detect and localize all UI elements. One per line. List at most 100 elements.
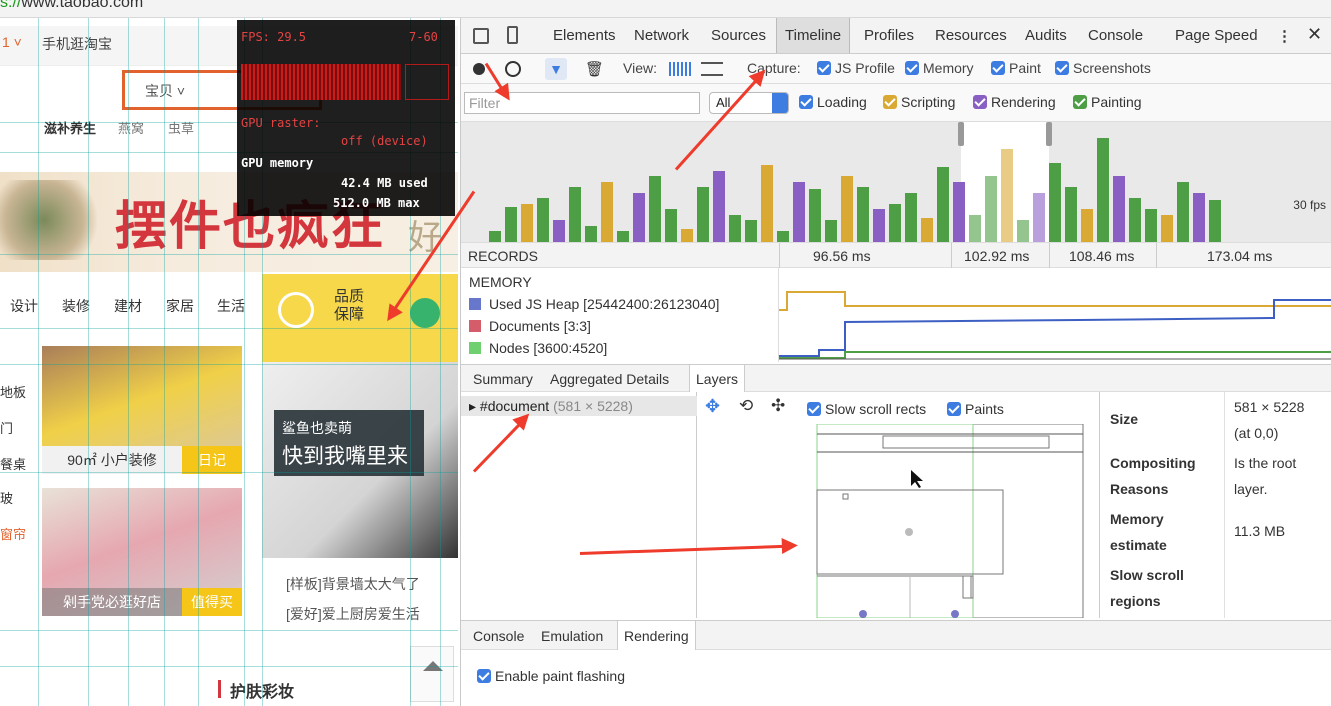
overview-frame-bar	[745, 220, 757, 242]
tab-console[interactable]: Console	[1088, 27, 1143, 44]
tab-summary[interactable]: Summary	[473, 371, 533, 387]
capture-screenshots[interactable]: Screenshots	[1055, 60, 1151, 76]
category-link[interactable]: 家居	[166, 296, 194, 316]
browser-address-bar[interactable]: s://www.taobao.com	[0, 0, 1331, 18]
capture-memory[interactable]: Memory	[905, 60, 974, 76]
nav-mobile-link[interactable]: 手机逛淘宝	[42, 34, 112, 54]
capture-js-profile[interactable]: JS Profile	[817, 60, 895, 76]
side-category[interactable]: 地板	[0, 382, 26, 401]
go-icon[interactable]	[410, 298, 440, 328]
overview-frame-bar	[1177, 181, 1189, 242]
rotate-mode-icon[interactable]: ⟲	[739, 396, 753, 416]
filter-icon[interactable]: ▼	[545, 58, 567, 80]
drawer-tab-rendering[interactable]: Rendering	[617, 621, 696, 651]
layer-tree-item[interactable]: ▸ #document (581 × 5228)	[461, 396, 697, 416]
overview-frame-bar	[1161, 214, 1173, 242]
category-link[interactable]: 设计	[10, 296, 38, 316]
subnav-3[interactable]: 虫草	[168, 118, 194, 137]
category-loading[interactable]: Loading	[799, 94, 867, 110]
tab-audits[interactable]: Audits	[1025, 27, 1067, 44]
capture-paint[interactable]: Paint	[991, 60, 1041, 76]
overview-frame-bar	[681, 228, 693, 242]
side-category[interactable]: 餐桌	[0, 454, 26, 473]
card-label: 90㎡ 小户装修	[42, 446, 182, 474]
card-shopping[interactable]: 剁手党必逛好店 值得买	[42, 488, 242, 616]
tab-elements[interactable]: Elements	[553, 27, 616, 44]
overview-frame-bar	[601, 181, 613, 242]
selection-right-handle[interactable]	[1046, 122, 1052, 146]
category-link[interactable]: 装修	[62, 296, 90, 316]
back-to-top-button[interactable]	[410, 646, 454, 702]
url-text[interactable]: s://www.taobao.com	[0, 0, 143, 12]
overview-frame-bar	[873, 209, 885, 242]
reset-transform-icon[interactable]: ✣	[771, 396, 785, 416]
layer-wireframe	[816, 424, 1084, 618]
overview-frame-bar	[985, 176, 997, 242]
overview-frame-bar	[1113, 176, 1125, 242]
selection-left-handle[interactable]	[958, 122, 964, 146]
memory-row-documents[interactable]: Documents [3:3]	[469, 318, 591, 334]
category-scripting[interactable]: Scripting	[883, 94, 955, 110]
tab-profiles[interactable]: Profiles	[864, 27, 914, 44]
close-icon[interactable]: ✕	[1307, 24, 1322, 45]
trophy-icon	[278, 292, 314, 328]
device-mode-icon[interactable]	[507, 26, 518, 44]
timeline-overview[interactable]: 30 fps	[461, 122, 1331, 242]
category-painting[interactable]: Painting	[1073, 94, 1142, 110]
overview-frame-bar	[1097, 137, 1109, 242]
trash-icon[interactable]: 🗑	[585, 60, 604, 78]
tab-page-speed[interactable]: Page Speed	[1175, 27, 1258, 44]
layer-3d-view[interactable]: ✥ ⟲ ✣ Slow scroll rects Paints	[697, 392, 1099, 618]
detail-size-position: (at 0,0)	[1234, 425, 1279, 441]
gpu-memory-max: 512.0 MB max	[333, 196, 420, 210]
more-options-icon[interactable]: ⋮	[1277, 27, 1292, 45]
record-icon[interactable]	[473, 63, 485, 75]
memory-title: MEMORY	[469, 274, 532, 290]
devtools-tab-bar: Elements Network Sources Timeline Profil…	[461, 18, 1331, 54]
nav-item[interactable]: 1 ˅	[2, 34, 22, 50]
paint-flashing-checkbox[interactable]: Enable paint flashing	[477, 668, 625, 684]
overview-frame-bar	[777, 231, 789, 242]
category-link[interactable]: 生活	[217, 296, 245, 316]
memory-row-nodes[interactable]: Nodes [3600:4520]	[469, 340, 607, 356]
subnav-2[interactable]: 燕窝	[118, 118, 144, 137]
article-link[interactable]: [爱好]爱上厨房爱生活	[286, 604, 420, 624]
article-link[interactable]: [样板]背景墙太大气了	[286, 574, 420, 594]
filter-select[interactable]: All	[709, 92, 789, 114]
pan-mode-icon[interactable]: ✥	[705, 396, 720, 417]
overview-frame-bar	[633, 192, 645, 242]
shark-promo[interactable]: 鲨鱼也卖萌 快到我嘴里来	[262, 362, 458, 558]
drawer-tab-console[interactable]: Console	[473, 628, 524, 644]
category-rendering[interactable]: Rendering	[973, 94, 1056, 110]
side-category[interactable]: 玻	[0, 488, 13, 507]
tab-sources[interactable]: Sources	[711, 27, 766, 44]
drawer-tab-emulation[interactable]: Emulation	[541, 628, 603, 644]
tab-timeline[interactable]: Timeline	[776, 18, 851, 53]
tab-aggregated-details[interactable]: Aggregated Details	[550, 371, 669, 387]
option-paints[interactable]: Paints	[947, 401, 1004, 417]
details-tab-bar: Summary Aggregated Details Layers	[461, 364, 1331, 393]
clear-icon[interactable]	[505, 61, 521, 77]
timing-marker: 102.92 ms	[964, 248, 1030, 264]
inspect-element-icon[interactable]	[473, 28, 489, 44]
fps-meter-overlay: FPS: 29.5 7-60 GPU raster: off (device) …	[237, 20, 455, 216]
overview-frame-bar	[1129, 198, 1141, 242]
view-bars-icon[interactable]	[669, 62, 691, 76]
memory-line-heap	[779, 299, 1331, 357]
detail-key-size: Size	[1110, 411, 1139, 427]
side-category[interactable]: 窗帘	[0, 524, 26, 543]
search-type-dropdown[interactable]: 宝贝 ˅	[145, 81, 185, 101]
tab-resources[interactable]: Resources	[935, 27, 1007, 44]
quality-guarantee-banner[interactable]: 品质 保障	[262, 274, 458, 362]
overview-frame-bar	[1145, 209, 1157, 242]
option-slow-scroll-rects[interactable]: Slow scroll rects	[807, 401, 926, 417]
tab-layers[interactable]: Layers	[689, 365, 746, 393]
view-flame-icon[interactable]	[701, 62, 723, 76]
card-small-apartment[interactable]: 90㎡ 小户装修 日记	[42, 346, 242, 474]
overview-frame-bar	[665, 209, 677, 242]
detail-key-slow-scroll: Slow scroll	[1110, 567, 1184, 583]
memory-row-js-heap[interactable]: Used JS Heap [25442400:26123040]	[469, 296, 719, 312]
url-host: www.taobao.com	[21, 0, 144, 11]
side-category[interactable]: 门	[0, 418, 13, 437]
tab-network[interactable]: Network	[634, 27, 689, 44]
